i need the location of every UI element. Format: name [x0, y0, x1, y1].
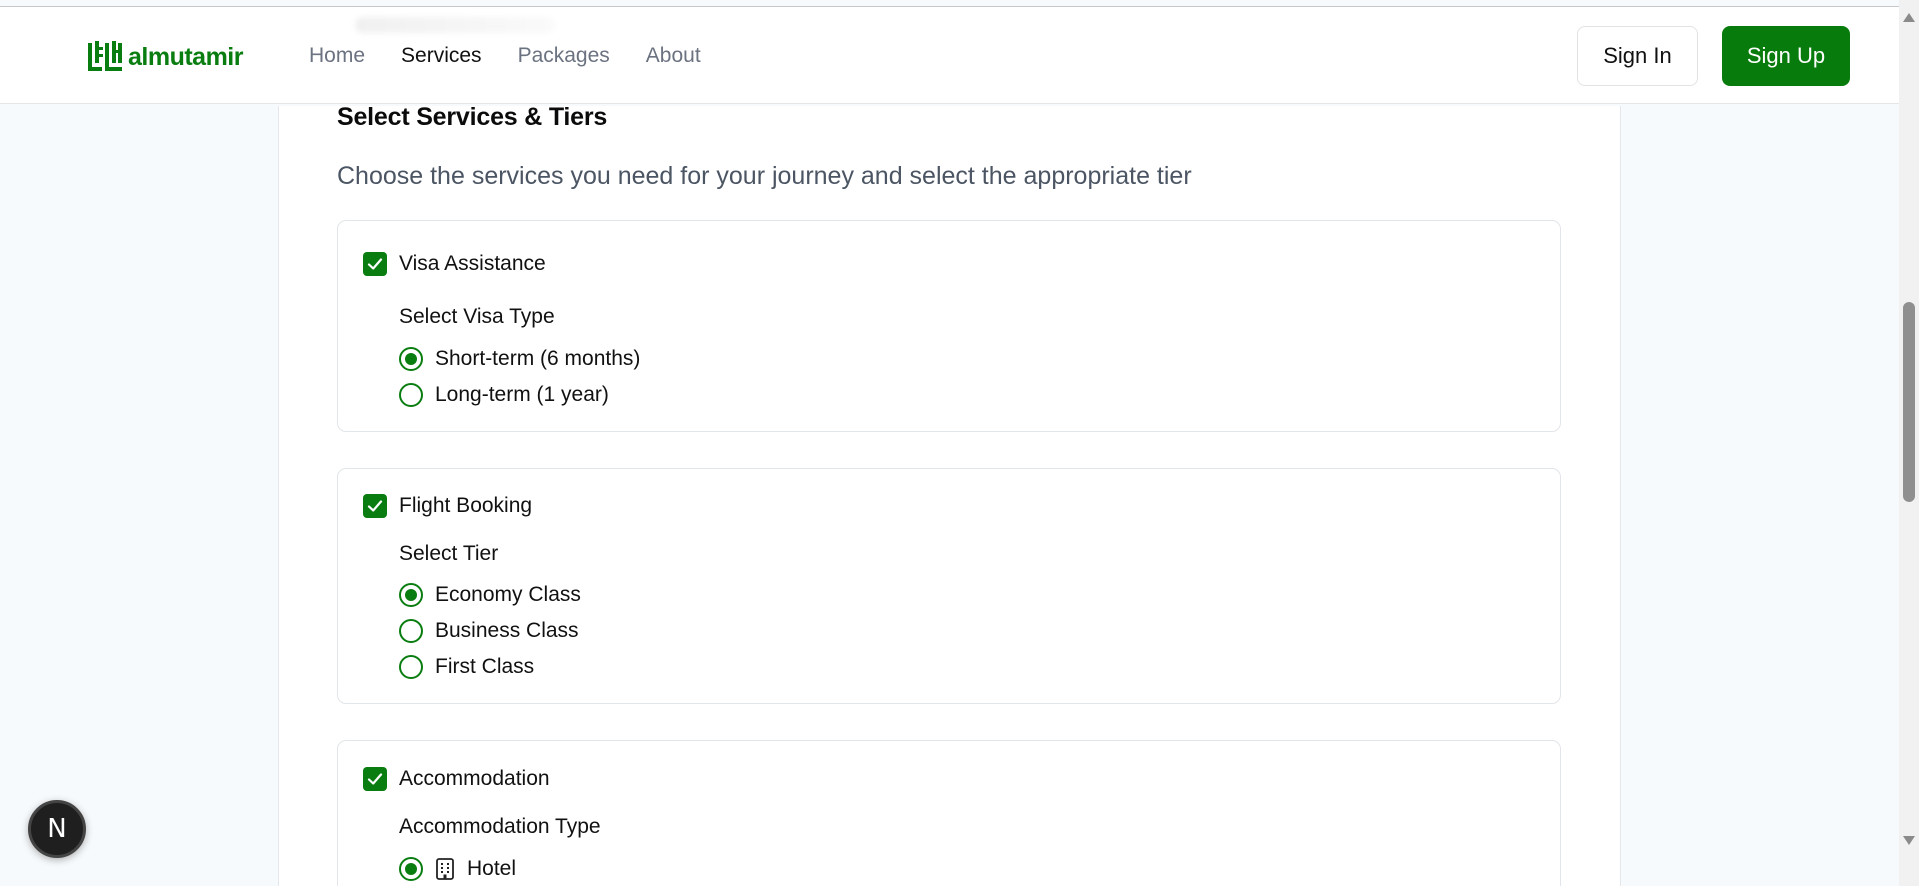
radio-button[interactable] [399, 347, 423, 371]
sub-label: Select Visa Type [399, 305, 555, 328]
radio-label: Long-term (1 year) [435, 383, 609, 406]
sign-up-button[interactable]: Sign Up [1722, 26, 1850, 86]
radio-option[interactable]: Business Class [399, 618, 579, 644]
radio-label: Short-term (6 months) [435, 347, 641, 370]
radio-button[interactable] [399, 655, 423, 679]
visa-checkbox[interactable] [363, 252, 387, 276]
radio-label: Economy Class [435, 583, 581, 606]
scrolled-content-shadow [355, 17, 555, 33]
flight-checkbox[interactable] [363, 494, 387, 518]
logo[interactable]: almutamir [88, 41, 243, 73]
check-icon [367, 773, 383, 785]
radio-button[interactable] [399, 583, 423, 607]
vertical-scrollbar[interactable] [1899, 0, 1919, 886]
service-label: Visa Assistance [399, 252, 546, 275]
page: Select Services & Tiers Choose the servi… [0, 0, 1919, 886]
service-accommodation: Accommodation Accommodation Type Hotel [337, 740, 1561, 886]
service-flight-booking: Flight Booking Select Tier Economy Class… [337, 468, 1561, 704]
main-nav: Home Services Packages About [309, 44, 737, 68]
scroll-down-arrow-icon[interactable] [1903, 836, 1915, 845]
check-icon [367, 500, 383, 512]
top-navbar: almutamir Home Services Packages About S… [0, 7, 1899, 104]
check-icon [367, 258, 383, 270]
nav-about[interactable]: About [646, 44, 701, 68]
radio-label: Business Class [435, 619, 579, 642]
radio-button[interactable] [399, 383, 423, 407]
radio-option[interactable]: Short-term (6 months) [399, 346, 640, 372]
service-label: Flight Booking [399, 494, 533, 517]
radio-option[interactable]: First Class [399, 654, 534, 680]
building-icon [435, 858, 455, 880]
accommodation-checkbox[interactable] [363, 767, 387, 791]
radio-option[interactable]: Long-term (1 year) [399, 382, 609, 408]
scroll-up-arrow-icon[interactable] [1903, 13, 1915, 22]
radio-option[interactable]: Hotel [399, 856, 516, 882]
logo-icon [88, 41, 122, 71]
logo-text: almutamir [128, 42, 243, 71]
radio-option[interactable]: Economy Class [399, 582, 581, 608]
nav-home[interactable]: Home [309, 44, 365, 68]
service-label: Accommodation [399, 767, 550, 790]
radio-label: First Class [435, 655, 535, 678]
radio-label: Hotel [467, 857, 517, 880]
sign-in-button[interactable]: Sign In [1577, 26, 1698, 86]
sub-label: Accommodation Type [399, 815, 601, 838]
next-dev-indicator-button[interactable]: N [28, 800, 86, 858]
nav-services[interactable]: Services [401, 44, 482, 68]
radio-button[interactable] [399, 619, 423, 643]
radio-button[interactable] [399, 857, 423, 881]
scrollbar-thumb[interactable] [1903, 302, 1915, 502]
service-visa-assistance: Visa Assistance Select Visa Type Short-t… [337, 220, 1561, 432]
section-description: Choose the services you need for your jo… [337, 162, 1192, 190]
nav-packages[interactable]: Packages [518, 44, 610, 68]
section-title: Select Services & Tiers [337, 103, 608, 131]
sub-label: Select Tier [399, 542, 499, 565]
